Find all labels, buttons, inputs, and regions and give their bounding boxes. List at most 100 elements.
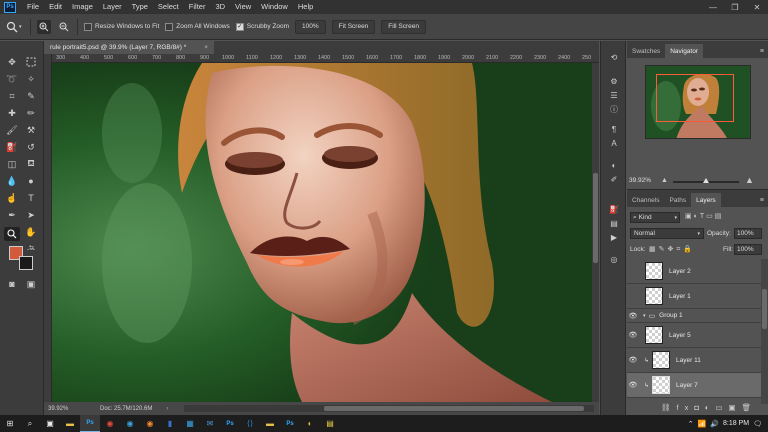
paragraph-icon[interactable]: ¶ (607, 123, 621, 135)
tray-chevron-icon[interactable]: ⌃ (688, 420, 694, 428)
navigator-preview[interactable] (645, 65, 751, 139)
mail-icon[interactable]: ✉ (200, 415, 220, 432)
fill-input[interactable]: 100% (734, 244, 762, 255)
tab-channels[interactable]: Channels (627, 193, 664, 207)
panel-menu-icon[interactable]: ≡ (760, 48, 764, 55)
menu-edit[interactable]: Edit (44, 0, 67, 14)
layer-row-layer-2[interactable]: Layer 2 (627, 259, 761, 284)
paint-bucket-tool-icon[interactable]: ⛾ (23, 157, 39, 171)
zoom-out-mountain-icon[interactable]: ▲ (661, 177, 668, 184)
visibility-toggle[interactable] (627, 259, 639, 284)
tool-presets-icon[interactable]: ▤ (607, 217, 621, 229)
visibility-toggle[interactable] (627, 284, 639, 309)
blend-mode-dropdown[interactable]: Normal ▾ (630, 228, 704, 239)
scrubby-zoom-checkbox[interactable]: ✓ Scrubby Zoom (235, 22, 289, 31)
info-icon[interactable]: ⓘ (607, 103, 621, 115)
tab-layers[interactable]: Layers (691, 193, 721, 207)
background-color-swatch[interactable] (19, 256, 33, 270)
scroll-thumb[interactable] (593, 173, 598, 263)
path-selection-tool-icon[interactable]: ➤ (23, 208, 39, 222)
menu-view[interactable]: View (230, 0, 256, 14)
layer-row-group-1[interactable]: 👁 ▾ ▭ Group 1 (627, 309, 761, 323)
healing-brush-tool-icon[interactable]: ✚ (4, 106, 20, 120)
quick-mask-icon[interactable]: ◙ (4, 277, 20, 291)
slider-thumb[interactable] (703, 178, 709, 183)
eye-icon[interactable]: 👁 (627, 373, 639, 398)
hand-tool-icon[interactable]: ✋ (23, 225, 39, 239)
notes-icon[interactable]: ▤ (320, 415, 340, 432)
character-icon[interactable]: A (607, 137, 621, 149)
store-icon[interactable]: ▦ (180, 415, 200, 432)
adjustments-icon[interactable]: ⚙ (607, 75, 621, 87)
files-icon[interactable]: ▬ (260, 415, 280, 432)
opacity-input[interactable]: 100% (734, 228, 762, 239)
photoshop-taskbar-icon[interactable]: Ps (80, 415, 100, 432)
zoom-all-windows-checkbox[interactable]: Zoom All Windows (165, 22, 230, 31)
windows-start-icon[interactable]: ⊞ (0, 415, 20, 432)
history-brush-tool-icon[interactable]: ↺ (23, 140, 39, 154)
eyedropper-tool-icon[interactable]: ✎ (23, 89, 39, 103)
layer-filter-dropdown[interactable]: ⌕ Kind ▾ (630, 212, 680, 223)
navigator-zoom-slider[interactable] (673, 178, 739, 183)
tab-navigator[interactable]: Navigator (665, 44, 704, 58)
pencil-tool-icon[interactable]: ✏ (23, 106, 39, 120)
brush-settings-icon[interactable]: ✐ (607, 173, 621, 185)
swap-colors-icon[interactable]: ⇆ (29, 244, 34, 251)
file-explorer-icon[interactable]: ▬ (60, 415, 80, 432)
menu-help[interactable]: Help (293, 0, 318, 14)
vertical-scrollbar[interactable] (592, 63, 599, 402)
zoom-100-button[interactable]: 100% (295, 19, 326, 34)
libraries-icon[interactable]: ◎ (607, 253, 621, 265)
fit-screen-button[interactable]: Fit Screen (331, 19, 376, 34)
restore-button[interactable]: ❐ (724, 0, 746, 14)
menu-image[interactable]: Image (67, 0, 98, 14)
mixer-brush-tool-icon[interactable]: ⚒ (23, 123, 39, 137)
scroll-thumb[interactable] (324, 406, 584, 411)
layer-actions-bar[interactable]: ⛓fx◘◐▭▣🗑 (661, 403, 757, 412)
actions-icon[interactable]: ▶ (607, 231, 621, 243)
zoom-in-icon[interactable] (37, 19, 51, 34)
horizontal-scrollbar[interactable] (184, 405, 594, 412)
layer-row-layer-5[interactable]: 👁 Layer 5 (627, 323, 761, 348)
eraser-tool-icon[interactable]: ◫ (4, 157, 20, 171)
magic-wand-tool-icon[interactable]: ✧ (23, 72, 39, 86)
crop-tool-icon[interactable]: ⌗ (4, 89, 20, 103)
photoshop-3-icon[interactable]: Ps (280, 415, 300, 432)
paint-icon[interactable]: ◐ (300, 415, 320, 432)
eye-icon[interactable]: 👁 (627, 323, 639, 348)
layers-scrollbar[interactable] (761, 259, 768, 404)
screen-mode-icon[interactable]: ▣ (23, 277, 39, 291)
tab-paths[interactable]: Paths (664, 193, 691, 207)
eye-icon[interactable]: 👁 (627, 348, 639, 373)
scroll-thumb[interactable] (762, 289, 767, 329)
group-expand-icon[interactable]: ▾ (643, 313, 646, 319)
menu-type[interactable]: Type (127, 0, 153, 14)
menu-file[interactable]: File (22, 0, 44, 14)
close-button[interactable]: ✕ (746, 0, 768, 14)
lasso-tool-icon[interactable]: ➰ (4, 72, 20, 86)
tab-swatches[interactable]: Swatches (627, 44, 665, 58)
properties-icon[interactable]: ☰ (607, 89, 621, 101)
word-icon[interactable]: ▮ (160, 415, 180, 432)
clone-source-icon[interactable]: ⛽ (607, 203, 621, 215)
photoshop-2-icon[interactable]: Ps (220, 415, 240, 432)
menu-window[interactable]: Window (256, 0, 293, 14)
color-icon[interactable]: ◐ (607, 159, 621, 171)
clock[interactable]: 8:18 PM (723, 420, 749, 427)
panel-menu-icon[interactable]: ≡ (760, 197, 764, 204)
document-tab[interactable]: rule portrait5.psd @ 39.9% (Layer 7, RGB… (44, 41, 214, 54)
navigator-view-box[interactable] (656, 74, 734, 122)
chrome-icon[interactable]: ◉ (100, 415, 120, 432)
close-tab-icon[interactable]: × (204, 41, 208, 54)
history-icon[interactable]: ⟲ (607, 51, 621, 63)
menu-3d[interactable]: 3D (210, 0, 230, 14)
minimize-button[interactable]: — (702, 0, 724, 14)
document-canvas[interactable] (52, 63, 592, 402)
volume-icon[interactable]: 🔊 (710, 420, 719, 428)
menu-filter[interactable]: Filter (184, 0, 211, 14)
fill-screen-button[interactable]: Fill Screen (381, 19, 427, 34)
zoom-tool-preset-icon[interactable]: ▾ (6, 21, 24, 33)
lock-icons[interactable]: ▦✎✥⌗🔒 (649, 245, 695, 254)
marquee-tool-icon[interactable] (23, 55, 39, 69)
smudge-tool-icon[interactable]: ☝ (4, 191, 20, 205)
